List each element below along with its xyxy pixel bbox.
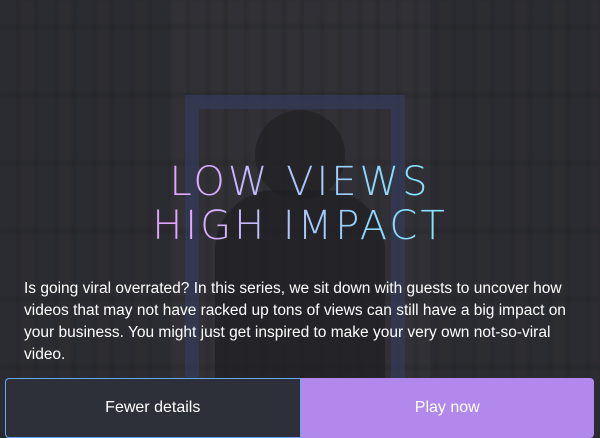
- series-logo: LOW VIEWS HIGH IMPACT: [0, 160, 600, 248]
- logo-line-1: LOW VIEWS: [169, 159, 431, 205]
- video-details-card: LOW VIEWS HIGH IMPACT Is going viral ove…: [0, 0, 600, 438]
- action-bar: Fewer details Play now: [0, 378, 600, 438]
- series-description: Is going viral overrated? In this series…: [24, 280, 566, 363]
- logo-line-2: HIGH IMPACT: [152, 203, 448, 249]
- fewer-details-button[interactable]: Fewer details: [5, 378, 301, 438]
- play-now-button[interactable]: Play now: [300, 378, 594, 438]
